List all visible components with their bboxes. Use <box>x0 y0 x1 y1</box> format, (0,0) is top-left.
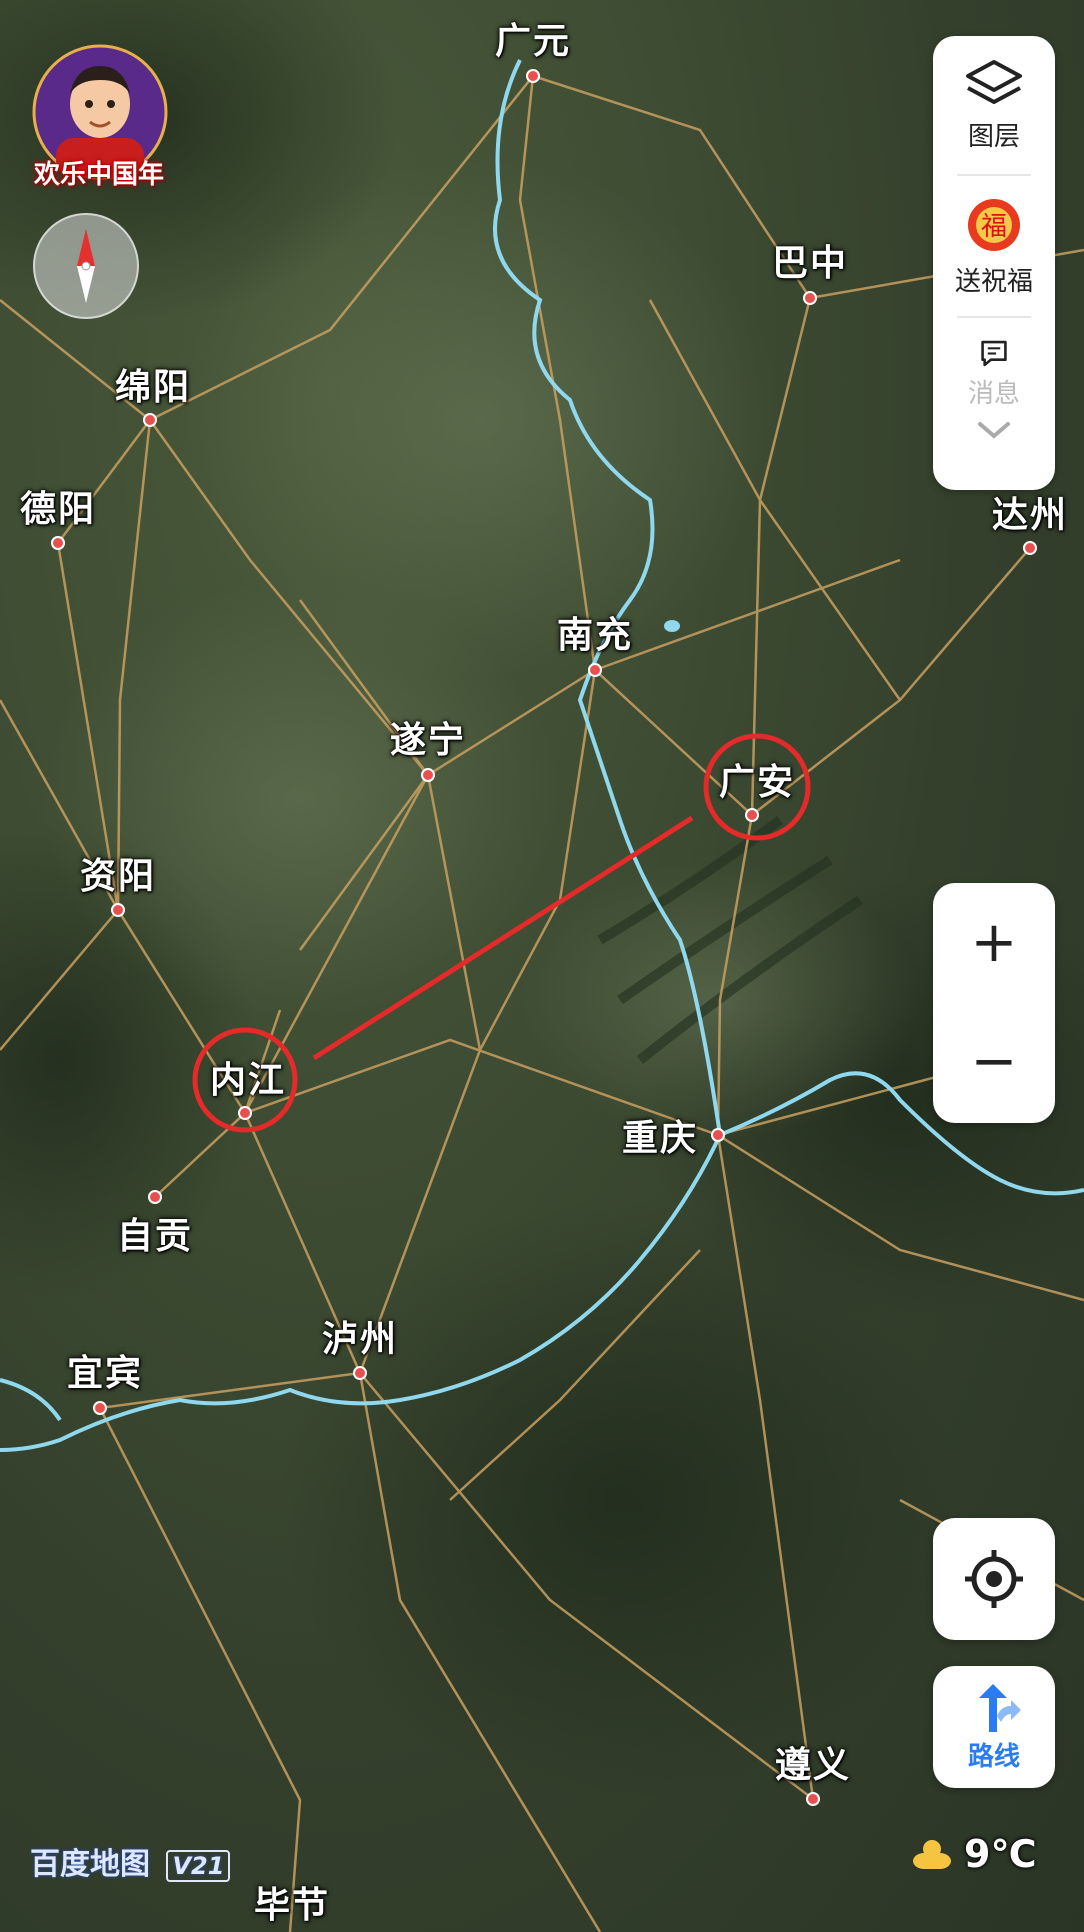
route-arrow-icon <box>979 1683 1021 1732</box>
chevron-down-icon <box>978 422 1010 439</box>
city-label-bijie: 毕节 <box>253 1885 331 1926</box>
city-label-ziyang: 资阳 <box>79 856 157 897</box>
weather-temp: 9℃ <box>964 1832 1037 1876</box>
route-label: 路线 <box>967 1741 1020 1772</box>
zoom-control: + − <box>933 883 1055 1123</box>
blessing-label: 送祝福 <box>954 266 1033 297</box>
layers-button[interactable]: 图层 <box>933 36 1055 174</box>
right-toolbar: 图层 福 送祝福 消息 <box>933 36 1055 490</box>
city-label-nanchong: 南充 <box>556 615 634 656</box>
zoom-in-label: + <box>970 910 1018 975</box>
messages-button[interactable]: 消息 <box>933 318 1055 410</box>
zoom-out-label: − <box>970 1029 1018 1094</box>
weather-widget[interactable]: 9℃ <box>910 1832 1036 1876</box>
blessing-button[interactable]: 福 送祝福 <box>933 176 1055 316</box>
brand-name: 百度地图 <box>30 1847 150 1882</box>
city-label-zigong: 自贡 <box>116 1216 194 1257</box>
city-label-guangan: 广安 <box>718 762 796 803</box>
city-label-chongqing: 重庆 <box>621 1118 699 1159</box>
route-button[interactable]: 路线 <box>933 1666 1055 1788</box>
city-label-suining: 遂宁 <box>389 720 467 761</box>
compass-icon <box>77 229 95 303</box>
city-label-deyang: 德阳 <box>19 489 97 530</box>
toolbar-expand-button[interactable] <box>933 410 1055 450</box>
city-label-bazhong: 巴中 <box>771 243 849 284</box>
city-label-luzhou: 泸州 <box>321 1319 399 1360</box>
city-label-mianyang: 绵阳 <box>114 367 192 408</box>
city-label-zunyi: 遵义 <box>774 1745 852 1786</box>
brand-version: V21 <box>166 1850 231 1882</box>
messages-label: 消息 <box>967 379 1020 409</box>
crosshair-icon <box>965 1550 1023 1608</box>
promo-label[interactable]: 欢乐中国年 <box>18 154 180 191</box>
map-canvas[interactable] <box>0 0 1084 1932</box>
zoom-in-button[interactable]: + <box>933 883 1055 1002</box>
layers-icon <box>966 59 1022 104</box>
city-label-neijiang: 内江 <box>209 1060 287 1101</box>
cloudy-icon <box>913 1840 951 1869</box>
fortune-icon: 福 <box>968 198 1020 251</box>
brand-watermark: 百度地图 V21 <box>30 1839 231 1883</box>
zoom-out-button[interactable]: − <box>933 1002 1055 1121</box>
map-view[interactable]: 广元 巴中 绵阳 德阳 达州 南充 遂宁 广安 资阳 内江 重庆 自贡 泸州 宜… <box>0 0 1084 1932</box>
city-label-yibin: 宜宾 <box>66 1353 144 1394</box>
message-icon <box>981 340 1007 367</box>
layers-label: 图层 <box>967 121 1020 152</box>
compass-button[interactable] <box>33 213 139 319</box>
city-label-guangyuan: 广元 <box>494 21 572 62</box>
svg-text:福: 福 <box>981 212 1007 242</box>
locate-button[interactable] <box>933 1518 1055 1640</box>
city-label-dazhou: 达州 <box>991 495 1069 536</box>
